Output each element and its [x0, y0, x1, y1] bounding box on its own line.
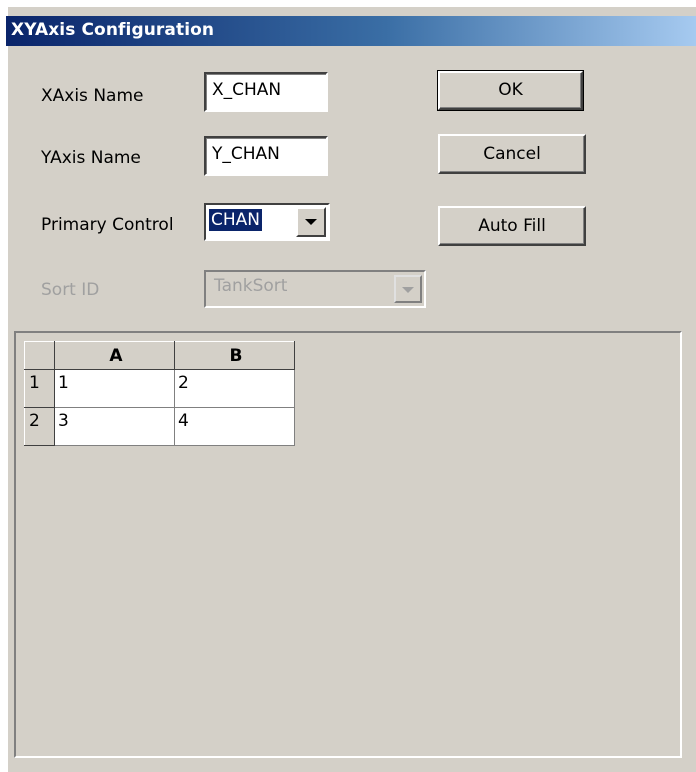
- data-grid[interactable]: A B 1 1 2 2 3 4: [24, 341, 295, 446]
- grid-cell[interactable]: 4: [174, 407, 295, 446]
- sort-id-value: TankSort: [214, 276, 288, 296]
- xaxis-name-label: XAxis Name: [41, 86, 144, 106]
- sort-id-dropdown[interactable]: TankSort: [204, 270, 426, 308]
- table-row: 1 1 2: [24, 369, 295, 408]
- sort-id-label: Sort ID: [41, 280, 100, 300]
- primary-control-dropdown[interactable]: CHAN: [204, 203, 330, 241]
- grid-corner-cell[interactable]: [24, 341, 55, 370]
- auto-fill-button[interactable]: Auto Fill: [438, 206, 586, 246]
- table-row: 2 3 4: [24, 407, 295, 446]
- yaxis-name-value: Y_CHAN: [212, 144, 280, 164]
- row-header[interactable]: 2: [24, 407, 55, 446]
- grid-cell[interactable]: 1: [54, 369, 175, 408]
- grid-header-row: A B: [24, 341, 295, 370]
- column-header[interactable]: A: [54, 341, 175, 370]
- grid-cell[interactable]: 2: [174, 369, 295, 408]
- chevron-down-icon: [402, 287, 414, 293]
- ok-button[interactable]: OK: [437, 70, 584, 111]
- grid-panel[interactable]: A B 1 1 2 2 3 4: [14, 331, 682, 758]
- sort-id-dropdown-button[interactable]: [394, 275, 422, 303]
- row-header[interactable]: 1: [24, 369, 55, 408]
- xaxis-name-input[interactable]: X_CHAN: [204, 72, 328, 112]
- chevron-down-icon: [305, 219, 317, 225]
- primary-control-dropdown-button[interactable]: [296, 207, 326, 237]
- column-header[interactable]: B: [174, 341, 295, 370]
- primary-control-label: Primary Control: [41, 215, 174, 235]
- yaxis-name-label: YAxis Name: [41, 148, 141, 168]
- grid-cell[interactable]: 3: [54, 407, 175, 446]
- title-bar[interactable]: XYAxis Configuration: [6, 16, 696, 46]
- window-title: XYAxis Configuration: [11, 20, 215, 40]
- cancel-button[interactable]: Cancel: [438, 134, 586, 174]
- xaxis-name-value: X_CHAN: [212, 80, 282, 100]
- yaxis-name-input[interactable]: Y_CHAN: [204, 136, 328, 176]
- primary-control-value: CHAN: [209, 209, 262, 231]
